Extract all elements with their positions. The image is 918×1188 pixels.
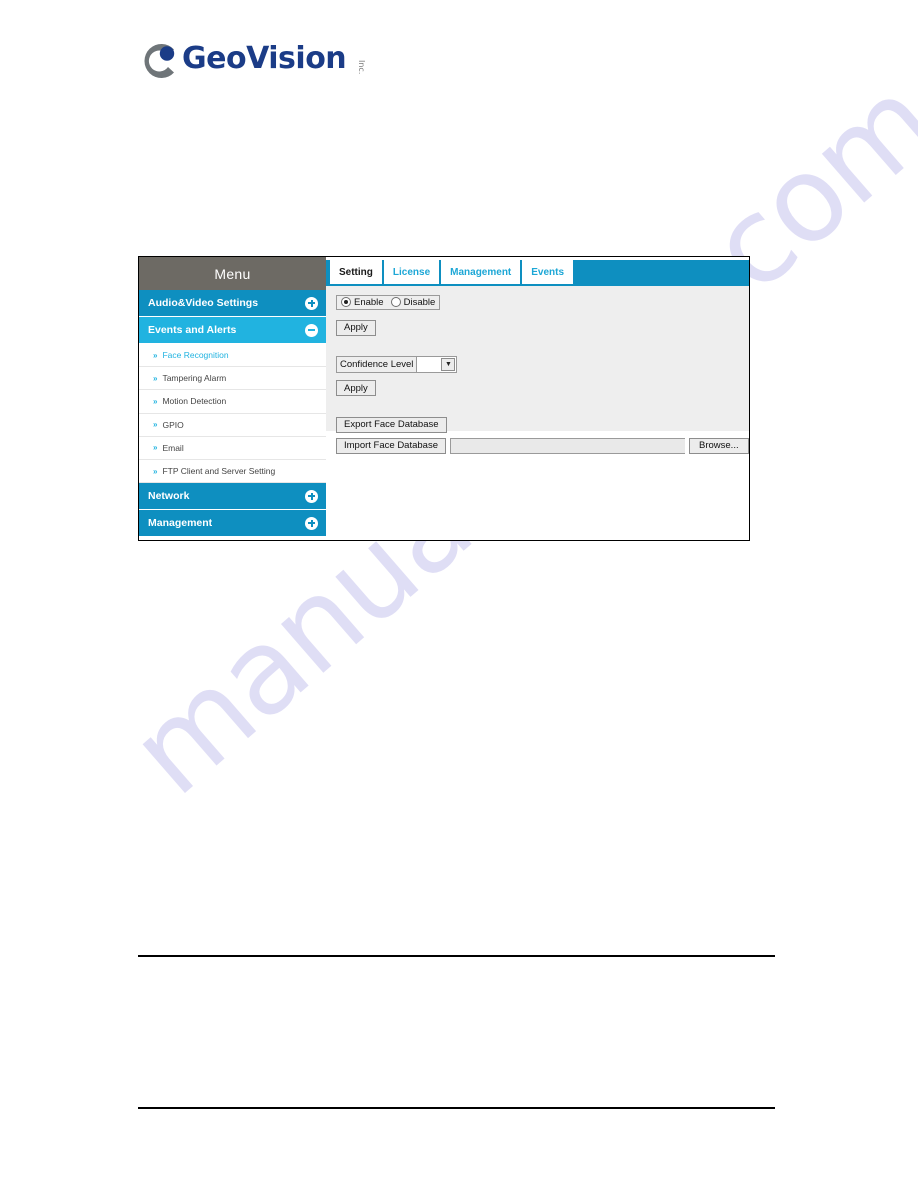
chevron-right-icon: » bbox=[153, 396, 158, 406]
minus-circle-icon[interactable] bbox=[305, 323, 318, 337]
sidebar-item-email[interactable]: » Email bbox=[139, 436, 326, 460]
apply-row-2: Apply bbox=[336, 378, 749, 396]
camera-web-ui-panel: Menu Audio&Video Settings Events and Ale… bbox=[138, 256, 750, 541]
footer-rule-top bbox=[138, 955, 775, 957]
chevron-down-icon[interactable]: ▼ bbox=[441, 357, 456, 371]
radio-disable-label: Disable bbox=[403, 296, 436, 308]
chevron-right-icon: » bbox=[153, 443, 158, 453]
sidebar-item-label: GPIO bbox=[162, 419, 184, 430]
sidebar-item-label: Email bbox=[162, 442, 184, 453]
tab-setting[interactable]: Setting bbox=[330, 260, 382, 284]
form-spacer bbox=[336, 401, 749, 414]
logo-wordmark: GeoVision bbox=[182, 41, 347, 76]
confidence-level-control: Confidence Level ▼ bbox=[336, 355, 458, 373]
radio-enable-label: Enable bbox=[354, 296, 384, 308]
page-watermark: manualshive.com bbox=[0, 0, 918, 1188]
plus-circle-icon[interactable] bbox=[305, 516, 318, 530]
sidebar-item-gpio[interactable]: » GPIO bbox=[139, 413, 326, 437]
radio-option-disable[interactable]: Disable bbox=[390, 296, 436, 308]
menu-header: Menu bbox=[139, 257, 326, 290]
plus-circle-icon[interactable] bbox=[305, 489, 318, 503]
enable-disable-row: Enable Disable bbox=[336, 294, 749, 312]
sidebar-group-label: Network bbox=[148, 490, 190, 503]
logo-trademark: Inc. bbox=[357, 60, 366, 75]
apply-button-confidence[interactable]: Apply bbox=[336, 380, 376, 396]
confidence-level-label: Confidence Level bbox=[340, 358, 414, 370]
tab-license[interactable]: License bbox=[383, 260, 440, 284]
import-path-input[interactable] bbox=[450, 437, 685, 454]
chevron-right-icon: » bbox=[153, 373, 158, 383]
face-recognition-settings-form: Enable Disable Apply Confidence Level ▼ … bbox=[326, 286, 749, 454]
tab-bar: Setting License Management Events bbox=[326, 257, 749, 286]
sidebar-item-label: Tampering Alarm bbox=[162, 373, 227, 384]
sidebar-item-motion-detection[interactable]: » Motion Detection bbox=[139, 390, 326, 414]
sidebar-group-label: Audio&Video Settings bbox=[148, 297, 259, 309]
apply-row-1: Apply bbox=[336, 317, 749, 336]
apply-button-enable[interactable]: Apply bbox=[336, 319, 376, 336]
sidebar-item-label: Face Recognition bbox=[162, 350, 229, 361]
confidence-level-select[interactable]: ▼ bbox=[416, 356, 457, 372]
chevron-right-icon: » bbox=[153, 350, 158, 360]
tab-management[interactable]: Management bbox=[441, 260, 521, 284]
chevron-right-icon: » bbox=[153, 420, 158, 430]
sidebar-item-ftp-client-and-server-setting[interactable]: » FTP Client and Server Setting bbox=[139, 459, 326, 484]
sidebar-item-tampering-alarm[interactable]: » Tampering Alarm bbox=[139, 367, 326, 391]
export-face-database-button[interactable]: Export Face Database bbox=[336, 416, 447, 433]
radio-disable-icon[interactable] bbox=[390, 297, 401, 307]
sidebar-group-audio-video-settings[interactable]: Audio&Video Settings bbox=[139, 290, 326, 317]
geovision-logo: GeoVision Inc. bbox=[138, 38, 378, 84]
sidebar-item-face-recognition[interactable]: » Face Recognition bbox=[139, 344, 326, 368]
sidebar-item-label: Motion Detection bbox=[162, 396, 227, 407]
confidence-level-row: Confidence Level ▼ bbox=[336, 354, 749, 373]
chevron-right-icon: » bbox=[153, 466, 158, 476]
sidebar-menu: Menu Audio&Video Settings Events and Ale… bbox=[139, 257, 326, 540]
geovision-c-logo-icon bbox=[144, 44, 175, 78]
sidebar-group-label: Management bbox=[148, 517, 213, 530]
sidebar-group-management[interactable]: Management bbox=[139, 510, 326, 538]
export-row: Export Face Database bbox=[336, 414, 749, 433]
sidebar-group-events-and-alerts[interactable]: Events and Alerts bbox=[139, 317, 326, 344]
content-area: Setting License Management Events Enable… bbox=[326, 257, 749, 540]
tab-events[interactable]: Events bbox=[522, 260, 574, 284]
footer-rule-bottom bbox=[138, 1107, 775, 1109]
radio-enable-icon[interactable] bbox=[341, 297, 351, 307]
import-face-database-button[interactable]: Import Face Database bbox=[336, 437, 446, 454]
sidebar-group-label: Events and Alerts bbox=[148, 324, 237, 336]
import-row: Import Face Database Browse... bbox=[336, 437, 749, 454]
sidebar-item-label: FTP Client and Server Setting bbox=[162, 466, 276, 477]
form-spacer bbox=[336, 341, 749, 354]
enable-disable-radio-group: Enable Disable bbox=[336, 294, 441, 310]
radio-option-enable[interactable]: Enable bbox=[341, 297, 384, 308]
sidebar-group-network[interactable]: Network bbox=[139, 483, 326, 511]
plus-circle-icon[interactable] bbox=[305, 296, 318, 310]
browse-button[interactable]: Browse... bbox=[689, 437, 749, 454]
